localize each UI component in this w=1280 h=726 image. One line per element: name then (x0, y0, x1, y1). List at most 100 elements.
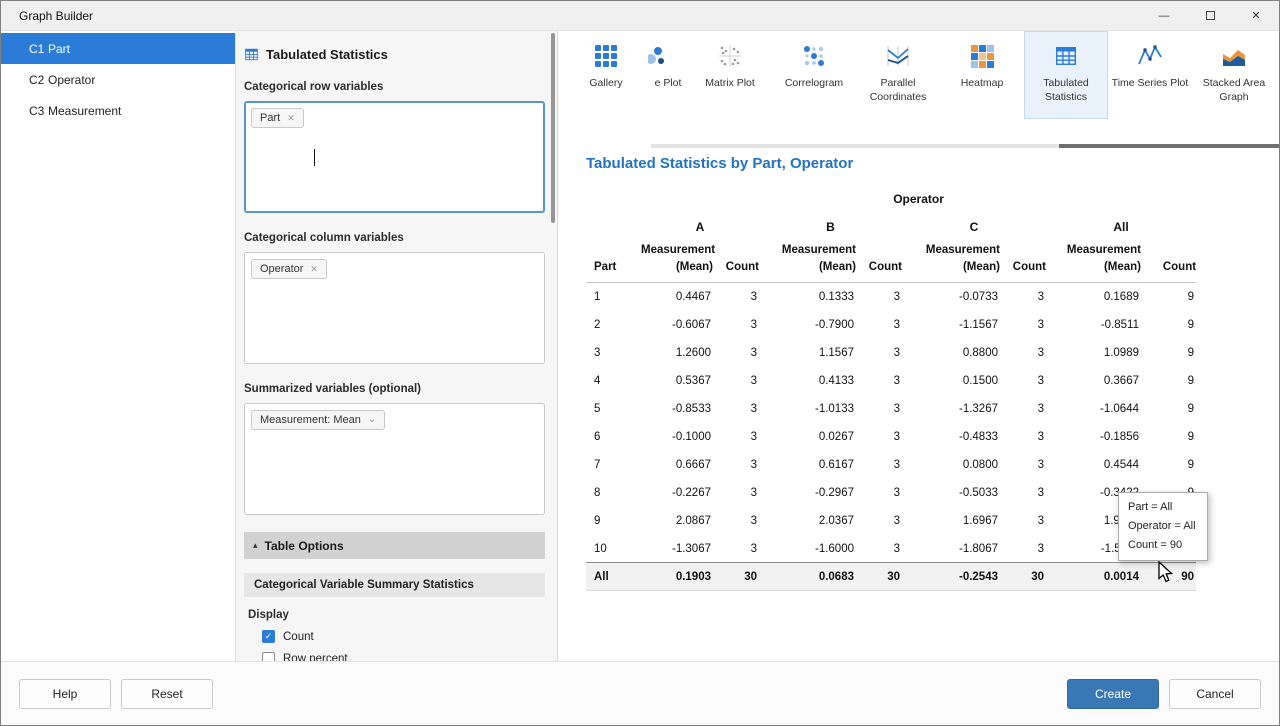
part-cell: 7 (586, 451, 641, 479)
table-row-part-10: 10-1.30673-1.60003-1.80673-1.57119 (586, 535, 1196, 563)
help-button[interactable]: Help (19, 679, 111, 709)
part-cell: 9 (586, 507, 641, 535)
tabulated-statistics-table: OperatorABCAllPartMeasurement(Mean)Count… (586, 186, 1196, 591)
column-id: C1 (1, 42, 48, 56)
tabulated-statistics-icon (244, 47, 259, 62)
value-cell: 3 (1000, 535, 1046, 563)
cancel-button[interactable]: Cancel (1169, 679, 1261, 709)
value-cell: -0.1000 (641, 423, 713, 451)
tab-stacked-area-graph[interactable]: Stacked Area Graph (1192, 31, 1276, 119)
remove-chip-icon[interactable]: ✕ (310, 264, 318, 275)
chip-part[interactable]: Part ✕ (251, 108, 304, 128)
value-cell: -1.0133 (759, 395, 856, 423)
table-options-header[interactable]: ▴ Table Options (244, 532, 545, 559)
chip-measurement-mean[interactable]: Measurement: Mean ⌄ (251, 410, 385, 430)
part-cell: 3 (586, 339, 641, 367)
tab-correlogram[interactable]: Correlogram (772, 31, 856, 119)
part-cell: 8 (586, 479, 641, 507)
value-cell: 0.0014 (1046, 563, 1141, 591)
builder-header: Tabulated Statistics (244, 47, 545, 62)
text-cursor (314, 149, 315, 166)
value-cell: 0.1689 (1046, 283, 1141, 311)
summarized-variables-label: Summarized variables (optional) (244, 383, 545, 395)
value-cell: -0.0733 (902, 283, 1000, 311)
tab-tabulated-statistics[interactable]: Tabulated Statistics (1024, 31, 1108, 119)
close-button[interactable]: ✕ (1233, 1, 1279, 30)
value-cell: -0.2543 (902, 563, 1000, 591)
maximize-button[interactable] (1187, 1, 1233, 30)
tab-time-series-plot[interactable]: Time Series Plot (1108, 31, 1192, 119)
value-cell: -0.8511 (1046, 311, 1141, 339)
value-cell: 9 (1141, 283, 1196, 311)
checkbox-count[interactable]: ✓ (262, 630, 275, 643)
tooltip: Part = AllOperator = AllCount = 90 (1118, 492, 1208, 561)
value-cell: 3 (713, 507, 759, 535)
value-cell: 3 (856, 367, 902, 395)
value-cell: 9 (1141, 395, 1196, 423)
tab-e-plot[interactable]: e Plot (648, 31, 688, 119)
part-cell: 1 (586, 283, 641, 311)
table-corner-spacer (586, 186, 641, 212)
value-cell: -1.1567 (902, 311, 1000, 339)
column-variables-input[interactable]: Operator ✕ (244, 252, 545, 364)
tab-heatmap[interactable]: Heatmap (940, 31, 1024, 119)
value-cell: 0.0267 (759, 423, 856, 451)
value-cell: -0.6067 (641, 311, 713, 339)
window-controls: — ✕ (1141, 1, 1279, 30)
value-cell: 3 (713, 451, 759, 479)
table-options-label: Table Options (265, 539, 344, 553)
gallery-scrollbar[interactable] (651, 144, 1279, 148)
chevron-down-icon[interactable]: ⌄ (368, 417, 376, 423)
tabstats-icon (1054, 43, 1078, 69)
value-cell: 2.0367 (759, 507, 856, 535)
footer-bar: Help Reset Create Cancel (1, 661, 1279, 725)
tab-parallel-coordinates[interactable]: Parallel Coordinates (856, 31, 940, 119)
tab-label: Matrix Plot (702, 77, 758, 91)
tab-label: Heatmap (958, 77, 1007, 91)
gallery-scrollbar-thumb[interactable] (1059, 144, 1279, 148)
value-cell: -1.0644 (1046, 395, 1141, 423)
graph-builder-window: Graph Builder — ✕ C1 Part C2 Operator C3… (0, 0, 1280, 726)
value-cell: 3 (713, 479, 759, 507)
builder-scrollbar[interactable] (551, 33, 555, 223)
part-cell: 6 (586, 423, 641, 451)
value-cell: 0.1333 (759, 283, 856, 311)
value-cell: -1.3267 (902, 395, 1000, 423)
checkbox-row-percent[interactable] (262, 652, 275, 661)
minimize-button[interactable]: — (1141, 1, 1187, 30)
chip-operator[interactable]: Operator ✕ (251, 259, 327, 279)
chip-part-label: Part (260, 112, 280, 124)
checkbox-row-count[interactable]: ✓ Count (244, 630, 545, 643)
tab-matrix-plot[interactable]: Matrix Plot (688, 31, 772, 119)
mean-column-header-a: Measurement(Mean) (641, 242, 713, 283)
tab-label: Correlogram (782, 77, 846, 91)
remove-chip-icon[interactable]: ✕ (287, 113, 295, 124)
title-bar: Graph Builder — ✕ (1, 1, 1279, 31)
bubble-icon (648, 43, 666, 69)
reset-button[interactable]: Reset (121, 679, 213, 709)
value-cell: 0.1903 (641, 563, 713, 591)
create-button[interactable]: Create (1067, 679, 1159, 709)
matrix-icon (718, 43, 742, 69)
group-header-b: B (759, 212, 902, 242)
checkbox-row-row-percent[interactable]: Row percent (244, 652, 545, 661)
sidebar-column-part[interactable]: C1 Part (1, 33, 235, 64)
mean-column-header-all: Measurement(Mean) (1046, 242, 1141, 283)
value-cell: 3 (1000, 283, 1046, 311)
tab-gallery[interactable]: Gallery (564, 31, 648, 119)
value-cell: 3 (856, 479, 902, 507)
part-cell: 10 (586, 535, 641, 563)
table-row-part-1: 10.446730.13333-0.073330.16899 (586, 283, 1196, 311)
sidebar-column-operator[interactable]: C2 Operator (1, 64, 235, 95)
builder-title: Tabulated Statistics (266, 47, 388, 62)
column-variables-label: Categorical column variables (244, 232, 545, 244)
value-cell: 3 (713, 423, 759, 451)
value-cell: 0.4467 (641, 283, 713, 311)
sidebar-column-measurement[interactable]: C3 Measurement (1, 95, 235, 126)
summarized-variables-input[interactable]: Measurement: Mean ⌄ (244, 403, 545, 515)
row-variables-input[interactable]: Part ✕ (244, 101, 545, 213)
value-cell: 0.1500 (902, 367, 1000, 395)
value-cell: 3 (856, 395, 902, 423)
table-row-part-8: 8-0.22673-0.29673-0.50333-0.34229 (586, 479, 1196, 507)
value-cell: 3 (856, 283, 902, 311)
